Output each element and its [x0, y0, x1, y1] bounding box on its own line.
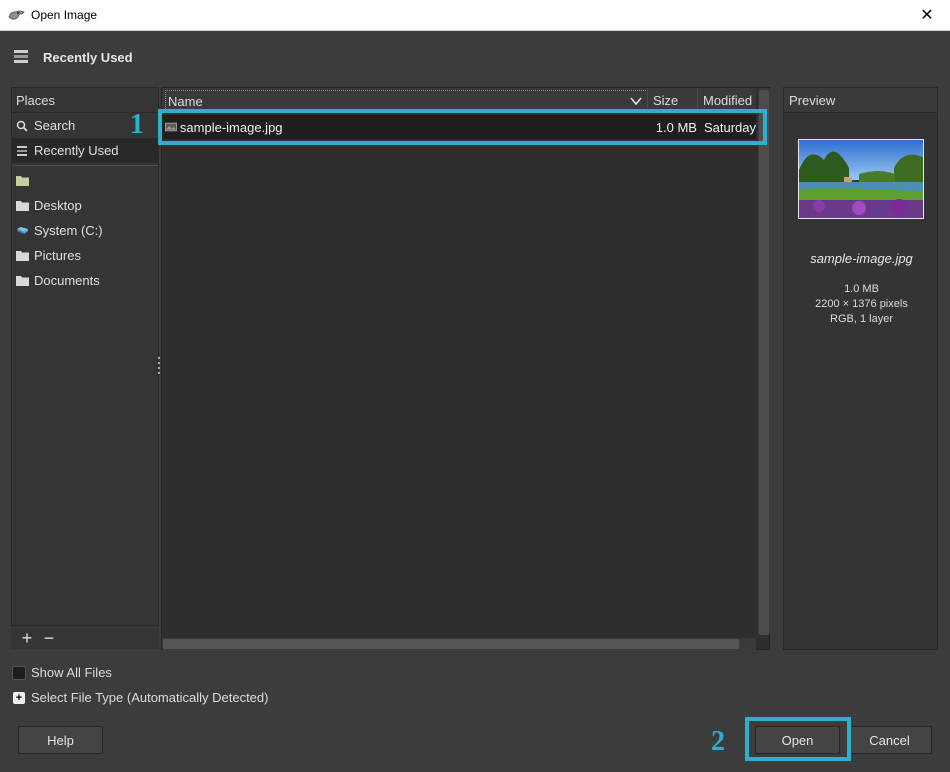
column-name-header[interactable]: Name [165, 90, 648, 111]
table-row[interactable]: sample-image.jpg 1.0 MB Saturday [162, 115, 756, 139]
remove-bookmark-button[interactable]: − [38, 629, 60, 647]
show-all-files-label: Show All Files [31, 665, 112, 680]
file-modified: Saturday [703, 119, 756, 135]
place-home-folder[interactable] [12, 168, 158, 193]
title-bar: Open Image ✕ [0, 0, 950, 31]
preview-mode: RGB, 1 layer [830, 313, 893, 325]
preview-thumbnail [798, 139, 924, 219]
preview-size: 1.0 MB [844, 283, 879, 295]
open-button[interactable]: Open [755, 726, 840, 754]
plus-icon: + [13, 691, 25, 704]
folder-icon [15, 199, 29, 213]
close-button[interactable]: ✕ [904, 0, 950, 30]
folder-icon [15, 274, 29, 288]
place-label: Pictures [34, 248, 81, 263]
column-name-label: Name [168, 94, 203, 109]
recently-used-icon [14, 50, 28, 63]
column-modified-label: Modified [703, 93, 753, 108]
place-label: Recently Used [34, 143, 119, 158]
horizontal-scrollbar[interactable] [162, 638, 756, 650]
place-label: Search [34, 118, 76, 133]
file-list: Name Size Modified sample-image.jpg 1.0 … [161, 87, 770, 650]
open-button-label: Open [781, 732, 814, 748]
preview-file-name: sample-image.jpg [810, 251, 913, 266]
places-panel: Places Search Recently Used Desktop Syst… [11, 87, 159, 649]
gimp-app-icon [8, 10, 25, 20]
file-list-header: Name Size Modified [162, 88, 756, 113]
show-all-files-option[interactable]: Show All Files [12, 665, 112, 680]
column-modified-header[interactable]: Modified [697, 88, 756, 113]
column-size-header[interactable]: Size [647, 88, 697, 113]
select-file-type-expander[interactable]: + Select File Type (Automatically Detect… [13, 690, 268, 705]
image-file-icon [165, 122, 177, 132]
place-label: Desktop [34, 198, 82, 213]
file-name: sample-image.jpg [179, 119, 283, 135]
help-button[interactable]: Help [18, 726, 103, 754]
place-desktop[interactable]: Desktop [12, 193, 158, 218]
window-title: Open Image [31, 8, 98, 22]
column-size-label: Size [653, 93, 679, 108]
step-number-1: 1 [130, 109, 144, 140]
preview-dimensions: 2200 × 1376 pixels [815, 298, 908, 310]
location-header: Recently Used [12, 45, 133, 69]
chevron-down-icon [630, 97, 642, 106]
cancel-button-label: Cancel [869, 732, 910, 748]
vertical-scrollbar[interactable] [758, 88, 770, 635]
location-label: Recently Used [43, 49, 133, 65]
place-label: Documents [34, 273, 100, 288]
search-icon [15, 119, 29, 133]
recently-used-icon [15, 144, 29, 158]
file-size: 1.0 MB [655, 119, 697, 135]
add-bookmark-button[interactable]: + [16, 629, 38, 647]
cancel-button[interactable]: Cancel [847, 726, 932, 754]
preview-panel: Preview sample-image.jpg 1.0 MB 2200 × 1… [783, 87, 938, 650]
dialog-body: Recently Used Places Search Recently Use… [0, 31, 950, 772]
preview-header: Preview [784, 88, 937, 113]
folder-icon [15, 174, 29, 188]
close-icon: ✕ [920, 7, 934, 24]
place-label: System (C:) [34, 223, 103, 238]
place-recently-used[interactable]: Recently Used [12, 138, 158, 163]
places-toolbar: + − [11, 625, 159, 649]
preview-info: 1.0 MB 2200 × 1376 pixels RGB, 1 layer [784, 282, 939, 327]
place-documents[interactable]: Documents [12, 268, 158, 293]
place-system-c[interactable]: System (C:) [12, 218, 158, 243]
place-pictures[interactable]: Pictures [12, 243, 158, 268]
help-button-label: Help [47, 732, 74, 748]
step-number-2: 2 [711, 726, 725, 757]
drive-icon [15, 224, 29, 238]
select-file-type-label: Select File Type (Automatically Detected… [31, 690, 269, 705]
show-all-files-checkbox[interactable] [12, 665, 26, 680]
folder-icon [15, 249, 29, 263]
places-divider [12, 165, 158, 166]
